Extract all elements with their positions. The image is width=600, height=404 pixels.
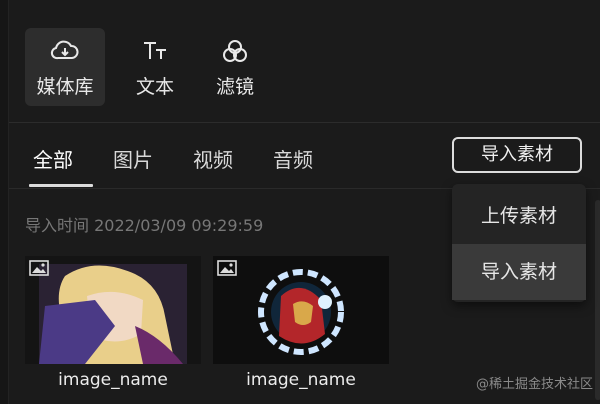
watermark: @稀土掘金技术社区 (475, 377, 593, 392)
toolbar-divider (9, 122, 600, 123)
tab-audio[interactable]: 音频 (273, 144, 313, 173)
tool-media-library[interactable]: 媒体库 (25, 28, 105, 106)
tool-label: 文本 (135, 76, 174, 98)
filter-circles-icon (195, 36, 275, 66)
import-dropdown-menu: 上传素材 导入素材 (452, 184, 586, 302)
menu-item-upload[interactable]: 上传素材 (452, 188, 586, 244)
scrollbar[interactable] (595, 200, 600, 400)
tab-videos[interactable]: 视频 (193, 144, 233, 173)
text-tt-icon (115, 36, 195, 66)
media-card-name: image_name (58, 370, 168, 390)
import-media-button[interactable]: 导入素材 (452, 137, 582, 173)
media-card[interactable] (25, 256, 201, 364)
tab-all[interactable]: 全部 (33, 144, 73, 173)
tab-images[interactable]: 图片 (113, 144, 153, 173)
image-type-icon (217, 260, 239, 276)
thumbnail-anime-character (25, 256, 201, 364)
menu-item-import[interactable]: 导入素材 (452, 244, 586, 300)
media-card[interactable] (213, 256, 389, 364)
thumbnail-iron-man (213, 256, 389, 364)
top-toolbar: 媒体库 文本 滤镜 (9, 0, 600, 122)
tool-filter[interactable]: 滤镜 (195, 28, 275, 106)
cloud-download-icon (25, 36, 105, 66)
tool-text[interactable]: 文本 (115, 28, 195, 106)
active-tab-indicator (29, 184, 93, 187)
tool-label: 媒体库 (36, 76, 94, 98)
image-type-icon (29, 260, 51, 276)
media-card-name: image_name (246, 370, 356, 390)
tool-label: 滤镜 (215, 76, 254, 98)
import-timestamp: 导入时间 2022/03/09 09:29:59 (25, 216, 264, 235)
media-panel: 媒体库 文本 滤镜 全部 图片 视频 音频 导入素材 导入时间 2022/03/… (8, 0, 600, 404)
